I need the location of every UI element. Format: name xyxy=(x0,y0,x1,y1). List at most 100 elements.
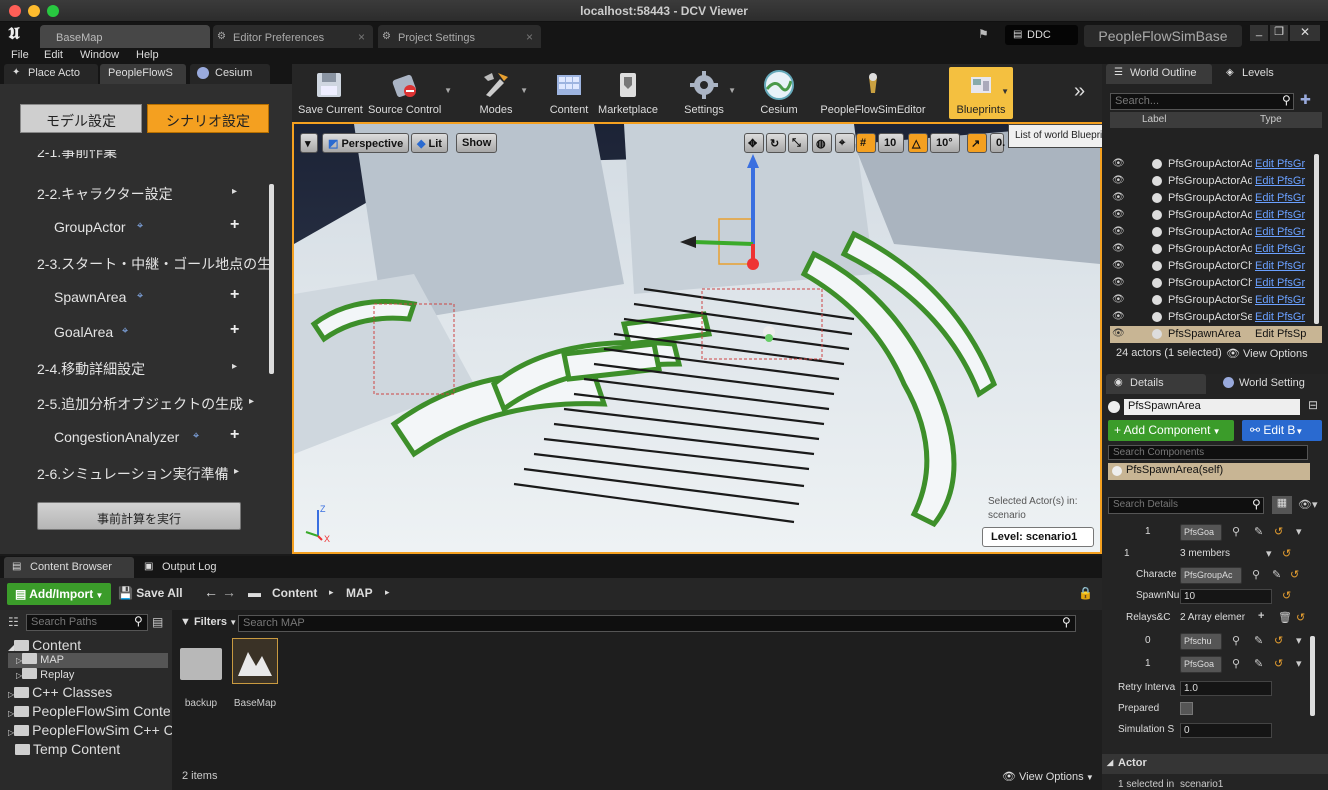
modes-button[interactable]: Modes ▼ xyxy=(468,64,528,122)
model-settings-button[interactable]: モデル設定 xyxy=(20,104,142,133)
menu-item-character[interactable]: 2-2.キャラクター設定 xyxy=(37,184,173,204)
menu-item-spawnarea[interactable]: SpawnArea xyxy=(54,289,126,305)
breadcrumb-map[interactable]: MAP xyxy=(346,586,373,600)
menu-item-congestionanalyzer[interactable]: CongestionAnalyzer xyxy=(54,429,179,445)
menu-item-preparation[interactable]: 2-1.事前作業 xyxy=(37,150,117,162)
breadcrumb-content[interactable]: Content xyxy=(272,586,317,600)
tree-item-content[interactable]: ◢ Content xyxy=(8,637,81,653)
actor-type-link[interactable]: Edit PfsGr xyxy=(1255,260,1307,272)
tree-item-peopleflowsim-cpp[interactable]: ▷ PeopleFlowSim C++ C xyxy=(8,722,174,738)
edit-blueprint-button[interactable]: ⚯ Edit B▼ xyxy=(1242,420,1322,441)
pick-icon[interactable]: ✎ xyxy=(1254,634,1263,647)
locate-icon[interactable]: ⌖ xyxy=(193,430,199,443)
visibility-eye-icon[interactable]: 👁 xyxy=(1112,260,1125,271)
browse-icon[interactable]: ⚲ xyxy=(1232,525,1240,538)
actor-type-link[interactable]: Edit PfsGr xyxy=(1255,311,1307,323)
surface-snap-icon[interactable]: ⌖ xyxy=(835,133,855,153)
add-icon[interactable]: + xyxy=(230,426,239,444)
menu-file[interactable]: File xyxy=(11,49,29,61)
asset-dropdown[interactable]: PfsGoa xyxy=(1180,656,1222,673)
asset-dropdown[interactable]: Pfschu xyxy=(1180,633,1222,650)
outliner-row-selected[interactable]: 👁 PfsSpawnArea Edit PfsSp xyxy=(1110,326,1322,343)
actor-type-link[interactable]: Edit PfsGr xyxy=(1255,294,1307,306)
tab-levels[interactable]: ◈ Levels xyxy=(1218,64,1318,84)
tab-world-outliner[interactable]: ☰ World Outline xyxy=(1106,64,1212,84)
visibility-eye-icon[interactable]: 👁 xyxy=(1112,226,1125,237)
forward-arrow-icon[interactable]: → xyxy=(222,584,236,600)
rotate-mode-icon[interactable]: ↻ xyxy=(766,133,786,153)
lock-icon[interactable]: ⊟ xyxy=(1308,398,1318,412)
tab-editor-preferences[interactable]: ⚙ Editor Preferences × xyxy=(213,25,373,48)
scale-snap-icon[interactable]: ↗ xyxy=(967,133,987,153)
locate-icon[interactable]: ⌖ xyxy=(122,325,128,338)
menu-edit[interactable]: Edit xyxy=(44,49,63,61)
scenario-settings-button[interactable]: シナリオ設定 xyxy=(147,104,269,133)
actor-name-input[interactable]: PfsSpawnArea xyxy=(1124,399,1300,415)
actor-type-link[interactable]: Edit PfsGr xyxy=(1255,192,1307,204)
search-components-input[interactable]: Search Components xyxy=(1108,445,1308,460)
outliner-row[interactable]: 👁 PfsGroupActorCh Edit PfsGr xyxy=(1110,258,1322,275)
actor-type-link[interactable]: Edit PfsGr xyxy=(1255,243,1307,255)
close-icon[interactable]: ✕ xyxy=(1290,25,1320,41)
dropdown-arrow-icon[interactable]: ▼ xyxy=(520,86,528,95)
ddc-indicator[interactable]: ▤ DDC xyxy=(1005,25,1078,45)
perspective-button[interactable]: ◩ Perspective xyxy=(322,133,410,153)
level-viewport[interactable]: ▾ ◩ Perspective ◆ Lit Show ✥ ↻ ⤡ ◍ ⌖ # 1… xyxy=(292,122,1102,554)
tab-output-log[interactable]: ▣ Output Log xyxy=(140,557,250,578)
reset-icon[interactable]: ↺ xyxy=(1296,611,1305,624)
show-button[interactable]: Show xyxy=(456,133,498,153)
outliner-row[interactable]: 👁 PfsGroupActorAd Edit PfsGr xyxy=(1110,156,1322,173)
tab-peopleflowsim[interactable]: PeopleFlowS xyxy=(100,64,186,84)
blueprints-button[interactable]: Blueprints ▼ xyxy=(949,67,1013,119)
grid-snap-icon[interactable]: # xyxy=(856,133,876,153)
scale-snap-value[interactable]: 0. xyxy=(990,133,1005,153)
locate-icon[interactable]: ⌖ xyxy=(137,290,143,303)
outliner-row[interactable]: 👁 PfsGroupActorAd Edit PfsGr xyxy=(1110,207,1322,224)
actor-section-header[interactable]: ◢ Actor xyxy=(1102,754,1328,774)
dropdown-arrow-icon[interactable]: ▼ xyxy=(444,86,452,95)
self-component-row[interactable]: PfsSpawnArea(self) xyxy=(1108,463,1310,480)
tab-world-settings[interactable]: World Setting xyxy=(1214,374,1326,394)
outliner-row[interactable]: 👁 PfsGroupActorSe Edit PfsGr xyxy=(1110,292,1322,309)
cesium-button[interactable]: Cesium xyxy=(756,64,802,122)
tree-item-peopleflowsim-content[interactable]: ▷ PeopleFlowSim Conte xyxy=(8,703,171,719)
menu-window[interactable]: Window xyxy=(80,49,119,61)
simulation-field[interactable]: 0 xyxy=(1180,723,1272,738)
tree-item-replay[interactable]: ▷ Replay xyxy=(16,668,74,681)
menu-item-movement[interactable]: 2-4.移動詳細設定 xyxy=(37,359,145,379)
visibility-eye-icon[interactable]: 👁 xyxy=(1112,209,1125,220)
actor-type-link[interactable]: Edit PfsGr xyxy=(1255,175,1307,187)
add-icon[interactable]: + xyxy=(230,216,239,234)
prepared-checkbox[interactable] xyxy=(1180,702,1193,715)
add-import-button[interactable]: ▤ Add/Import ▼ xyxy=(7,583,111,605)
details-scrollbar[interactable] xyxy=(1310,636,1315,716)
search-details-input[interactable]: Search Details xyxy=(1108,497,1264,514)
menu-item-goalarea[interactable]: GoalArea xyxy=(54,324,113,340)
row-menu-icon[interactable]: ▾ xyxy=(1296,525,1302,538)
menu-help[interactable]: Help xyxy=(136,49,159,61)
lit-button[interactable]: ◆ Lit xyxy=(411,133,448,153)
run-precalc-button[interactable]: 事前計算を実行 xyxy=(37,502,241,530)
path-view-options-icon[interactable]: ▤ xyxy=(152,615,163,629)
visibility-eye-icon[interactable]: 👁 xyxy=(1112,328,1125,339)
search-assets-input[interactable]: Search MAP xyxy=(238,615,1076,632)
outliner-row[interactable]: 👁 PfsGroupActorAd Edit PfsGr xyxy=(1110,241,1322,258)
reset-icon[interactable]: ↺ xyxy=(1274,657,1283,670)
reset-icon[interactable]: ↺ xyxy=(1282,547,1291,560)
toolbar-overflow-icon[interactable]: » xyxy=(1074,80,1085,103)
tab-place-actors[interactable]: ✦ Place Acto xyxy=(4,64,98,84)
scrollbar[interactable] xyxy=(269,184,274,374)
tab-details[interactable]: ◉ Details xyxy=(1106,374,1206,394)
pick-icon[interactable]: ✎ xyxy=(1254,525,1263,538)
browse-icon[interactable]: ⚲ xyxy=(1232,657,1240,670)
actor-type-link[interactable]: Edit PfsGr xyxy=(1255,209,1307,221)
locate-icon[interactable]: ⌖ xyxy=(137,220,143,233)
delete-icon[interactable]: 🗑 xyxy=(1278,611,1292,624)
tab-content-browser[interactable]: ▤ Content Browser xyxy=(4,557,134,578)
add-component-button[interactable]: + Add Component ▼ xyxy=(1108,420,1234,441)
outliner-row[interactable]: 👁 PfsGroupActorAd Edit PfsGr xyxy=(1110,224,1322,241)
lock-icon[interactable]: 🔒 xyxy=(1078,586,1093,600)
browse-icon[interactable]: ⚲ xyxy=(1232,634,1240,647)
visibility-eye-icon[interactable]: 👁 xyxy=(1112,294,1125,305)
marketplace-button[interactable]: Marketplace xyxy=(598,64,658,122)
